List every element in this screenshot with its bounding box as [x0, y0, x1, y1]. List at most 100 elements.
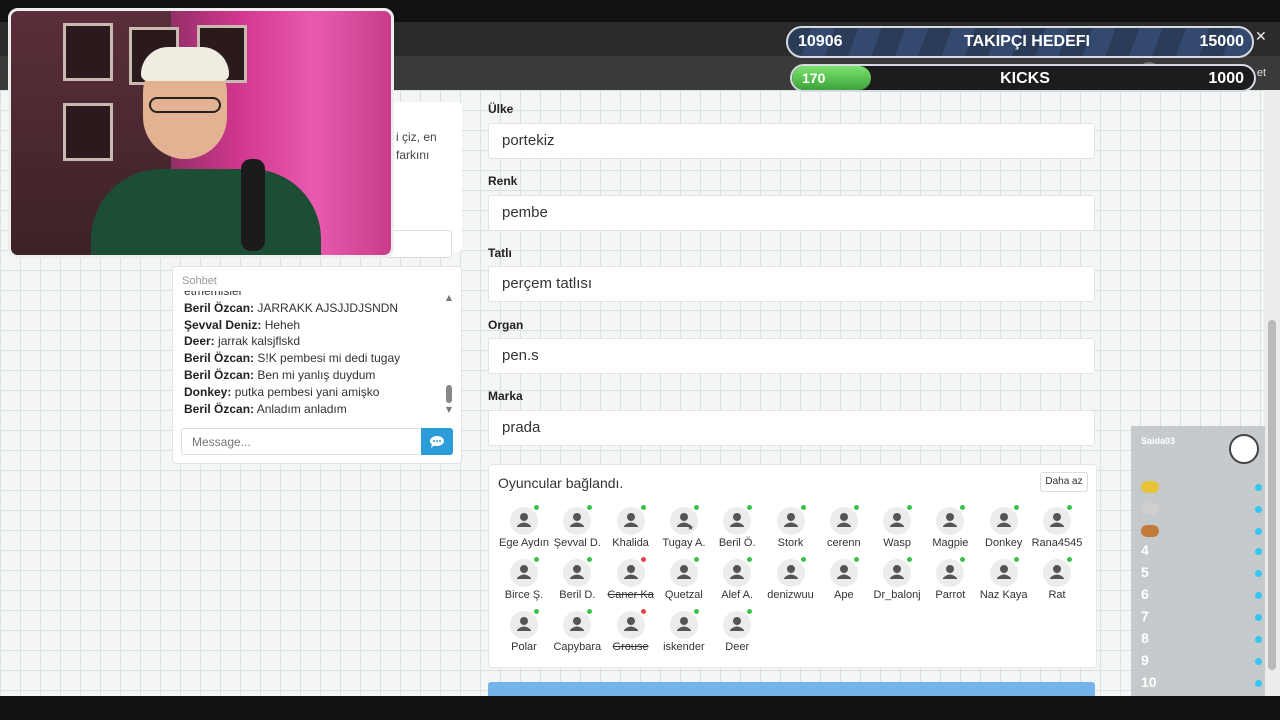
field-label-marka: Marka — [488, 389, 523, 403]
player-item[interactable]: Quetzal — [656, 557, 712, 611]
leaderboard-dot — [1255, 506, 1262, 513]
svg-text:★: ★ — [687, 523, 694, 532]
player-status-dot — [800, 557, 806, 562]
chat-message-text: Ben mi yanlış duydum — [257, 367, 376, 382]
chat-send-button[interactable] — [421, 428, 453, 455]
user-icon — [829, 559, 858, 587]
follower-goal-target: 15000 — [1199, 33, 1245, 50]
player-status-dot — [747, 609, 753, 614]
kicks-label: KICKS — [1000, 70, 1050, 87]
player-item[interactable]: Beril D. — [549, 557, 605, 611]
leaderboard-row: 8 — [1141, 630, 1262, 650]
chat-message-user: Beril Özcan: — [184, 351, 255, 366]
streamer-hair — [141, 47, 229, 81]
leaderboard-dot — [1255, 484, 1262, 491]
chat-message-text: putka pembesi yani amişko — [234, 384, 380, 399]
leaderboard-rank: 7 — [1141, 608, 1149, 624]
player-status-dot — [640, 609, 646, 614]
player-item[interactable]: denizwuu — [763, 557, 819, 611]
player-item[interactable]: Donkey — [976, 505, 1032, 559]
player-item[interactable]: Caner Ka — [603, 557, 659, 611]
player-status-dot — [587, 557, 593, 562]
player-item[interactable]: Parrot — [922, 557, 978, 611]
leaderboard-dot — [1255, 680, 1262, 687]
player-item[interactable]: Ape — [816, 557, 872, 611]
player-status-dot — [534, 609, 539, 614]
field-input-renk[interactable]: pembe — [488, 195, 1095, 231]
user-icon — [563, 611, 592, 639]
page-scrollbar[interactable] — [1264, 90, 1280, 696]
chat-message-input[interactable] — [181, 428, 419, 455]
player-name: Rat — [1048, 589, 1066, 601]
field-input-organ[interactable]: pen.s — [488, 338, 1095, 374]
host-user-icon: ★ — [669, 507, 698, 535]
chat-message-text: jarrak kalsjflskd — [218, 334, 301, 349]
chat-message: Beril Özcan: S!K pembesi mi dedi tugay — [184, 350, 439, 367]
user-icon — [989, 559, 1018, 587]
player-item[interactable]: iskender — [656, 609, 712, 663]
page-scroll-thumb[interactable] — [1268, 320, 1276, 670]
field-label-tatli: Tatlı — [488, 246, 512, 260]
player-item[interactable]: Birce Ş. — [496, 557, 552, 611]
leaderboard-rank: 10 — [1141, 674, 1157, 690]
webcam-overlay — [8, 8, 394, 258]
chat-scroll-thumb[interactable] — [446, 385, 452, 403]
player-item[interactable]: Grouse — [603, 609, 659, 663]
leaderboard-row — [1141, 522, 1262, 542]
player-item[interactable]: Stork — [763, 505, 819, 559]
player-item[interactable]: Deer — [709, 609, 765, 663]
player-item[interactable]: Şevval D. — [549, 505, 605, 559]
player-item[interactable]: Dr_balonj — [869, 557, 925, 611]
player-item[interactable]: cerenn — [816, 505, 872, 559]
player-item[interactable]: Ege Aydın — [496, 505, 552, 559]
player-item[interactable]: ★ Tugay A. — [656, 505, 712, 559]
player-status-dot — [534, 505, 539, 510]
player-item[interactable]: Rana4545 — [1029, 505, 1085, 559]
chat-message: Beril Özcan: Ben mi yanlış duydum — [184, 367, 439, 384]
chat-message-user: Şevval Deniz: — [184, 317, 262, 332]
scroll-down-icon[interactable]: ▼ — [444, 405, 454, 414]
player-status-dot — [587, 505, 593, 510]
leaderboard-overlay: Saida03 4 5 6 7 8 9 10 — [1131, 426, 1265, 696]
field-input-ulke[interactable]: portekiz — [488, 123, 1095, 159]
player-item[interactable]: Polar — [496, 609, 552, 663]
user-icon — [883, 507, 912, 535]
player-status-dot — [907, 505, 913, 510]
user-icon — [616, 611, 645, 639]
leaderboard-rank: 6 — [1141, 586, 1149, 602]
streamer-shirt — [91, 169, 321, 255]
user-icon — [510, 507, 538, 535]
user-icon — [616, 507, 645, 535]
close-icon[interactable]: ✕ — [1255, 28, 1267, 45]
leaderboard-row: 10 — [1141, 674, 1262, 694]
player-item[interactable]: Naz Kaya — [976, 557, 1032, 611]
leaderboard-row — [1141, 478, 1262, 498]
player-item[interactable]: Beril Ö. — [709, 505, 765, 559]
chat-message-list[interactable]: etmemisler Beril Özcan: JARRAKK AJSJJDJS… — [184, 291, 439, 419]
player-item[interactable]: Rat — [1029, 557, 1085, 611]
rank-badge-icon — [1141, 481, 1159, 493]
player-status-dot — [1013, 557, 1019, 562]
player-item[interactable]: Magpie — [922, 505, 978, 559]
chat-scrollbar[interactable]: ▲ ▼ — [444, 293, 454, 419]
leaderboard-rank: 9 — [1141, 652, 1149, 668]
submit-button[interactable] — [488, 682, 1095, 696]
follower-goal-label: TAKIPÇI HEDEFI — [964, 33, 1090, 50]
player-item[interactable]: Khalida — [603, 505, 659, 559]
leaderboard-dot — [1255, 548, 1262, 555]
field-input-tatli[interactable]: perçem tatlısı — [488, 266, 1095, 302]
show-less-button[interactable]: Daha az — [1040, 472, 1088, 492]
leaderboard-row: 7 — [1141, 608, 1262, 628]
chat-message-text: Heheh — [264, 317, 301, 332]
scroll-up-icon[interactable]: ▲ — [444, 293, 454, 302]
user-icon — [669, 559, 698, 587]
field-input-marka[interactable]: prada — [488, 410, 1095, 446]
player-item[interactable]: Capybara — [549, 609, 605, 663]
follower-goal-bar: 10906 TAKIPÇI HEDEFI 15000 — [786, 26, 1254, 58]
player-item[interactable]: Alef A. — [709, 557, 765, 611]
chat-message: Şevval Deniz: Heheh — [184, 317, 439, 334]
user-icon — [776, 559, 805, 587]
player-status-dot — [587, 609, 593, 614]
user-icon — [669, 611, 698, 639]
player-item[interactable]: Wasp — [869, 505, 925, 559]
